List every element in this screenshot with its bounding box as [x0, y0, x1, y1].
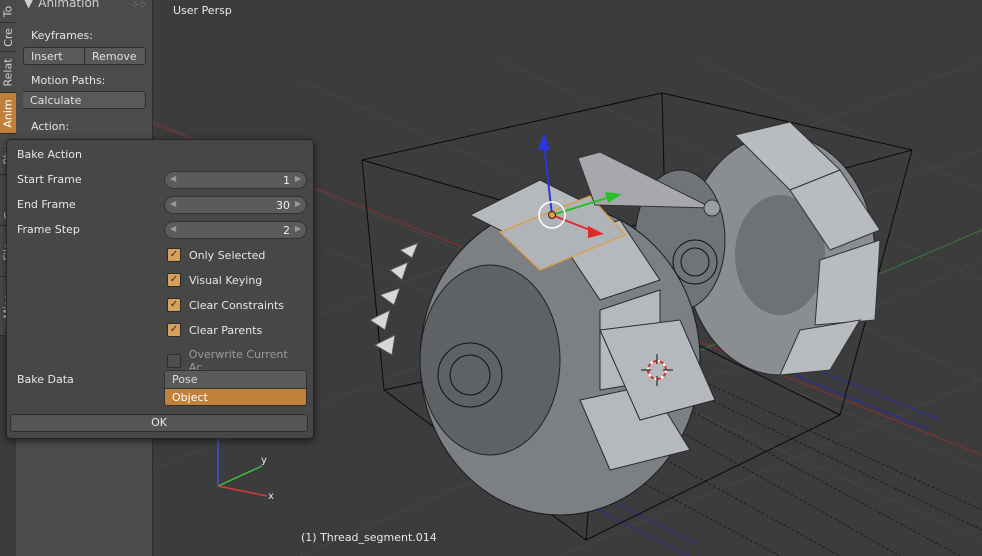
bake-data-label: Bake Data	[17, 373, 74, 386]
calculate-button[interactable]: Calculate	[23, 91, 146, 109]
visual-keying-checkbox[interactable]: ✓ Visual Keying	[167, 273, 262, 287]
checkmark-icon: ✓	[167, 248, 181, 262]
action-label: Action:	[31, 120, 70, 133]
only-selected-checkbox[interactable]: ✓ Only Selected	[167, 248, 265, 262]
tab-tools[interactable]: To	[0, 0, 16, 23]
end-frame-value: 30	[276, 199, 290, 212]
collapse-arrow-icon: ▼	[24, 0, 34, 10]
visual-keying-label: Visual Keying	[189, 273, 263, 287]
only-selected-label: Only Selected	[189, 248, 266, 262]
checkmark-icon: ✓	[167, 323, 181, 337]
drag-handle-icon[interactable]: ⁘⁘	[131, 0, 147, 11]
frame-step-field[interactable]: ◀ 2 ▶	[164, 221, 307, 239]
remove-keyframe-button[interactable]: Remove	[85, 47, 146, 65]
empty-checkbox-icon	[167, 354, 181, 368]
bake-data-option-object[interactable]: Object	[164, 388, 307, 406]
clear-constraints-checkbox[interactable]: ✓ Clear Constraints	[167, 298, 284, 312]
axis-indicator	[217, 433, 268, 497]
tab-animation[interactable]: Anim	[0, 93, 16, 134]
keyframes-buttons: Insert Remove	[23, 47, 146, 65]
animation-panel-header[interactable]: ▼ Animation	[24, 0, 99, 10]
decrement-arrow-icon[interactable]: ◀	[170, 199, 176, 208]
clear-parents-checkbox[interactable]: ✓ Clear Parents	[167, 323, 262, 337]
keyframes-label: Keyframes:	[31, 29, 93, 42]
bake-data-option-pose[interactable]: Pose	[164, 370, 307, 388]
increment-arrow-icon[interactable]: ▶	[295, 174, 301, 183]
start-frame-label: Start Frame	[17, 173, 82, 186]
checkmark-icon: ✓	[167, 273, 181, 287]
checkmark-icon: ✓	[167, 298, 181, 312]
start-frame-value: 1	[283, 174, 290, 187]
end-frame-field[interactable]: ◀ 30 ▶	[164, 196, 307, 214]
animation-panel-title: Animation	[38, 0, 100, 10]
ok-button[interactable]: OK	[10, 414, 308, 432]
insert-keyframe-button[interactable]: Insert	[23, 47, 85, 65]
clear-parents-label: Clear Parents	[189, 323, 263, 337]
decrement-arrow-icon[interactable]: ◀	[170, 224, 176, 233]
popup-title: Bake Action	[17, 148, 82, 161]
axis-x-label: x	[268, 491, 274, 502]
tab-create[interactable]: Cre	[0, 23, 16, 52]
bake-action-popup: Bake Action Start Frame ◀ 1 ▶ End Frame …	[6, 139, 314, 439]
end-frame-label: End Frame	[17, 198, 76, 211]
tab-relations[interactable]: Relat	[0, 52, 16, 93]
increment-arrow-icon[interactable]: ▶	[295, 199, 301, 208]
motion-paths-label: Motion Paths:	[31, 74, 106, 87]
decrement-arrow-icon[interactable]: ◀	[170, 174, 176, 183]
axis-y-label: y	[261, 455, 267, 466]
view-mode-label: User Persp	[173, 4, 232, 17]
clear-constraints-label: Clear Constraints	[189, 298, 285, 312]
start-frame-field[interactable]: ◀ 1 ▶	[164, 171, 307, 189]
frame-step-value: 2	[283, 224, 290, 237]
bake-data-selector: Pose Object	[164, 370, 307, 406]
active-object-label: (1) Thread_segment.014	[301, 531, 437, 544]
motion-paths-buttons: Calculate	[23, 91, 146, 109]
frame-step-label: Frame Step	[17, 223, 80, 236]
increment-arrow-icon[interactable]: ▶	[295, 224, 301, 233]
